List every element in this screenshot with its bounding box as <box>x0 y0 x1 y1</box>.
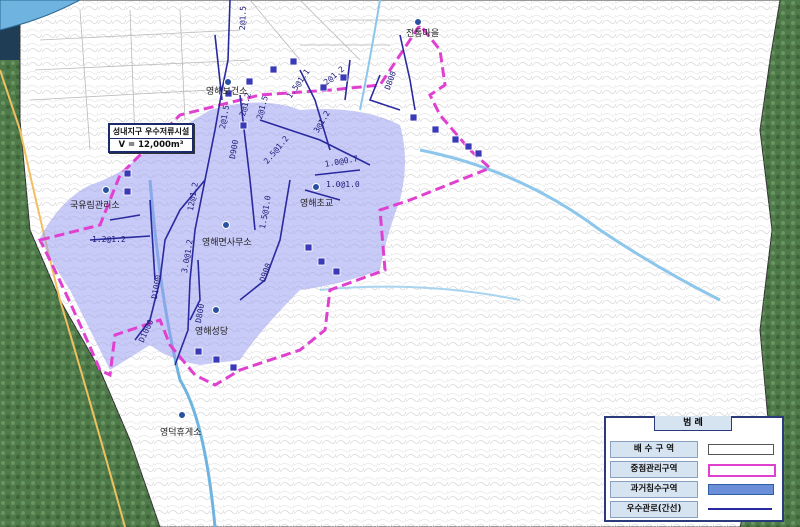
place-label-yeonghae-health-center: 영해보건소 <box>206 87 248 97</box>
place-label-yeonghae-church: 영해성당 <box>195 327 229 337</box>
place-label-yeonghae-office: 영해면사무소 <box>202 238 252 248</box>
place-label-yeongdeok-rest-area: 영덕휴게소 <box>160 428 202 438</box>
legend-symbol-drainage-area <box>708 444 774 455</box>
legend: 범 례 배 수 구 역 중점관리구역 과거침수구역 우수관로(간선) <box>604 416 784 522</box>
place-label-yeonghae-elementary: 영해초교 <box>300 199 334 209</box>
legend-row-focus-area: 중점관리구역 <box>610 460 778 478</box>
callout-title: 성내지구 우수저류시설 <box>110 125 192 139</box>
place-label-traditional-village: 전통마을 <box>406 29 440 39</box>
callout-volume: V = 12,000m³ <box>118 140 184 150</box>
storage-facility-callout[interactable]: 성내지구 우수저류시설 V = 12,000m³ <box>108 123 194 153</box>
legend-row-flooded-area: 과거침수구역 <box>610 480 778 498</box>
legend-title: 범 례 <box>654 416 732 431</box>
pipe-label: 2@1.5 <box>238 5 248 31</box>
legend-symbol-flooded-area <box>708 484 774 495</box>
pipe-label: 1.0@1.0 <box>326 180 360 189</box>
legend-row-main-pipe: 우수관로(간선) <box>610 500 778 518</box>
legend-row-drainage-area: 배 수 구 역 <box>610 440 778 458</box>
legend-symbol-main-pipe <box>708 508 772 510</box>
map-view[interactable]: 영해보건소 전통마을 국유림관리소 영해초교 영해면사무소 영해성당 영덕휴게소… <box>0 0 800 527</box>
pipe-label: 1.2@1.2 <box>92 235 126 244</box>
legend-label: 과거침수구역 <box>610 481 698 498</box>
legend-label: 배 수 구 역 <box>610 441 698 458</box>
legend-label: 중점관리구역 <box>610 461 698 478</box>
legend-symbol-focus-area <box>708 464 776 477</box>
legend-label: 우수관로(간선) <box>610 501 698 518</box>
place-label-national-forest-office: 국유림관리소 <box>70 201 120 211</box>
